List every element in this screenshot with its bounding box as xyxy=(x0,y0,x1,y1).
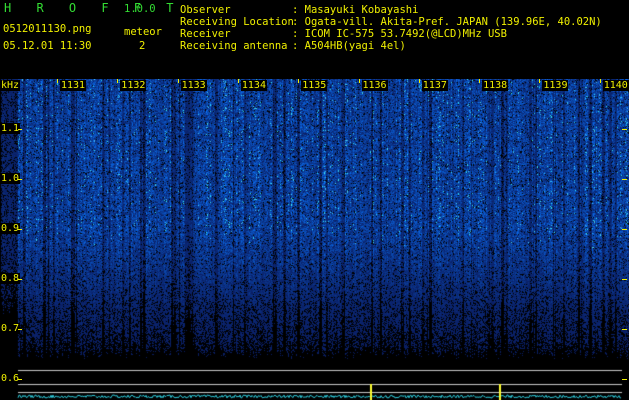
time-tick-mark xyxy=(539,79,541,83)
image-filename: 0512011130.png xyxy=(3,23,92,35)
time-tick-label: 1136 xyxy=(361,80,388,91)
antenna-value: : A504HB(yagi 4el) xyxy=(292,40,406,52)
time-tick-label: 1135 xyxy=(301,80,328,91)
frequency-tick-mark xyxy=(18,379,22,380)
app-title: H R O F F T xyxy=(4,1,183,15)
time-tick-label: 1133 xyxy=(180,80,207,91)
observer-value: : Masayuki Kobayashi xyxy=(292,4,419,16)
antenna-key: Receiving antenna xyxy=(180,40,288,52)
meteor-label: meteor xyxy=(124,26,162,38)
time-tick-label: 1132 xyxy=(120,80,147,91)
frequency-tick-mark xyxy=(18,329,22,330)
time-tick-mark xyxy=(358,79,360,83)
time-tick-mark xyxy=(177,79,179,83)
frequency-tick-mark xyxy=(622,379,627,380)
receiver-key: Receiver xyxy=(180,28,231,40)
location-value: : Ogata-vill. Akita-Pref. JAPAN (139.96E… xyxy=(292,16,602,28)
time-tick-mark xyxy=(237,79,239,83)
frequency-tick-mark xyxy=(18,179,22,180)
app-version: 1.0.0 xyxy=(124,3,156,15)
time-tick-mark xyxy=(599,79,601,83)
time-tick-mark xyxy=(298,79,300,83)
time-tick-label: 1140 xyxy=(602,80,629,91)
observation-datetime: 05.12.01 11:30 xyxy=(3,40,92,52)
time-tick-label: 1137 xyxy=(421,80,448,91)
frequency-unit-label: kHz xyxy=(0,80,21,91)
frequency-tick-mark xyxy=(18,229,22,230)
time-tick-label: 1134 xyxy=(240,80,267,91)
frequency-tick-mark xyxy=(622,279,627,280)
frequency-tick-mark xyxy=(18,279,22,280)
time-tick-mark xyxy=(479,79,481,83)
time-tick-label: 1139 xyxy=(542,80,569,91)
time-tick-mark xyxy=(418,79,420,83)
time-tick-label: 1131 xyxy=(60,80,87,91)
meteor-count: 2 xyxy=(139,40,146,52)
time-tick-mark xyxy=(57,79,58,83)
spectrogram-panel: kHz 1.1 1.0 0.9 0.8 0.7 0.6 1131 1132 1133 1134 1… xyxy=(0,79,629,400)
observer-key: Observer xyxy=(180,4,231,16)
time-tick-mark xyxy=(117,79,119,83)
frequency-tick-mark xyxy=(622,179,627,180)
receiver-value: : ICOM IC-575 53.7492(@LCD)MHz USB xyxy=(292,28,507,40)
frequency-tick-mark xyxy=(18,129,22,130)
location-key: Receiving Location xyxy=(180,16,294,28)
spectrogram-canvas xyxy=(0,79,629,400)
frequency-tick-mark xyxy=(622,329,627,330)
time-tick-label: 1138 xyxy=(482,80,509,91)
frequency-tick-mark xyxy=(622,229,627,230)
frequency-tick-mark xyxy=(622,129,627,130)
